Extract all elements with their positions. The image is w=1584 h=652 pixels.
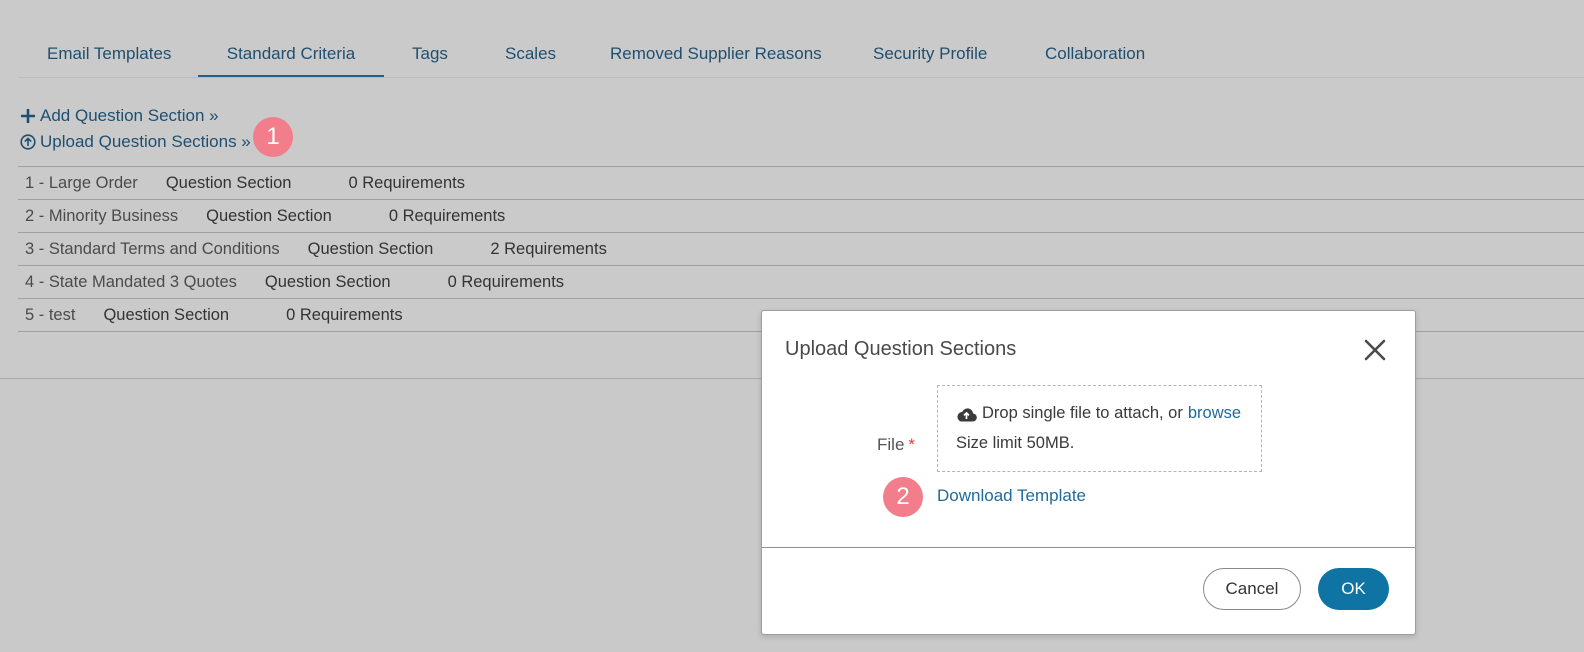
required-marker: * xyxy=(908,435,916,454)
dropzone-instruction: Drop single file to attach, or browse xyxy=(956,404,1241,423)
list-item[interactable]: 4 - State Mandated 3 Quotes Question Sec… xyxy=(18,265,1584,298)
tab-scales[interactable]: Scales xyxy=(505,32,556,75)
file-dropzone[interactable]: Drop single file to attach, or browse Si… xyxy=(937,385,1262,472)
drop-text: Drop single file to attach, or xyxy=(982,404,1183,422)
plus-icon xyxy=(21,109,35,123)
section-type: Question Section xyxy=(165,173,292,192)
tab-tags[interactable]: Tags xyxy=(412,32,448,75)
add-question-section-link[interactable]: Add Question Section » xyxy=(20,104,251,128)
upload-question-sections-link[interactable]: Upload Question Sections » xyxy=(20,130,251,154)
section-type: Question Section xyxy=(206,206,332,225)
question-section-list: 1 - Large Order Question Section 0 Requi… xyxy=(18,166,1584,332)
section-requirements: 0 Requirements xyxy=(388,206,506,225)
section-requirements: 0 Requirements xyxy=(348,173,465,192)
file-label-text: File xyxy=(877,435,905,454)
callout-badge-1: 1 xyxy=(253,117,293,157)
file-field-label: File * xyxy=(877,435,915,455)
action-links: Add Question Section » Upload Question S… xyxy=(20,104,251,156)
upload-question-sections-label: Upload Question Sections » xyxy=(40,132,251,151)
browse-link[interactable]: browse xyxy=(1188,404,1241,423)
callout-badge-2: 2 xyxy=(883,477,923,517)
cancel-button[interactable]: Cancel xyxy=(1203,568,1301,610)
tab-removed-supplier-reasons[interactable]: Removed Supplier Reasons xyxy=(610,32,822,75)
list-item[interactable]: 3 - Standard Terms and Conditions Questi… xyxy=(18,232,1584,265)
upload-dialog: Upload Question Sections File * Drop sing… xyxy=(761,310,1416,635)
section-name: 4 - State Mandated 3 Quotes xyxy=(25,272,237,291)
section-name: 3 - Standard Terms and Conditions xyxy=(25,239,280,258)
list-item[interactable]: 1 - Large Order Question Section 0 Requi… xyxy=(18,166,1584,199)
tab-bar: Email Templates Standard Criteria Tags S… xyxy=(18,32,1584,78)
dialog-divider xyxy=(762,547,1415,548)
close-icon[interactable] xyxy=(1362,337,1388,363)
tab-email-templates[interactable]: Email Templates xyxy=(47,32,171,75)
section-requirements: 0 Requirements xyxy=(286,305,403,324)
cloud-upload-icon xyxy=(957,407,977,422)
tab-standard-criteria[interactable]: Standard Criteria xyxy=(198,32,384,77)
list-item[interactable]: 2 - Minority Business Question Section 0… xyxy=(18,199,1584,232)
section-name: 2 - Minority Business xyxy=(25,206,179,225)
section-name: 1 - Large Order xyxy=(25,173,138,192)
section-type: Question Section xyxy=(307,239,434,258)
dialog-title: Upload Question Sections xyxy=(785,338,1017,360)
tab-collaboration[interactable]: Collaboration xyxy=(1045,32,1145,75)
section-type: Question Section xyxy=(264,272,391,291)
circle-arrow-up-icon xyxy=(20,134,36,150)
tab-security-profile[interactable]: Security Profile xyxy=(873,32,987,75)
section-type: Question Section xyxy=(103,305,230,324)
download-template-link[interactable]: Download Template xyxy=(937,486,1086,506)
section-name: 5 - test xyxy=(25,305,76,324)
ok-button[interactable]: OK xyxy=(1318,568,1389,610)
size-limit-text: Size limit 50MB. xyxy=(956,434,1075,452)
add-question-section-label: Add Question Section » xyxy=(40,106,219,125)
section-requirements: 0 Requirements xyxy=(447,272,565,291)
section-requirements: 2 Requirements xyxy=(490,239,607,258)
